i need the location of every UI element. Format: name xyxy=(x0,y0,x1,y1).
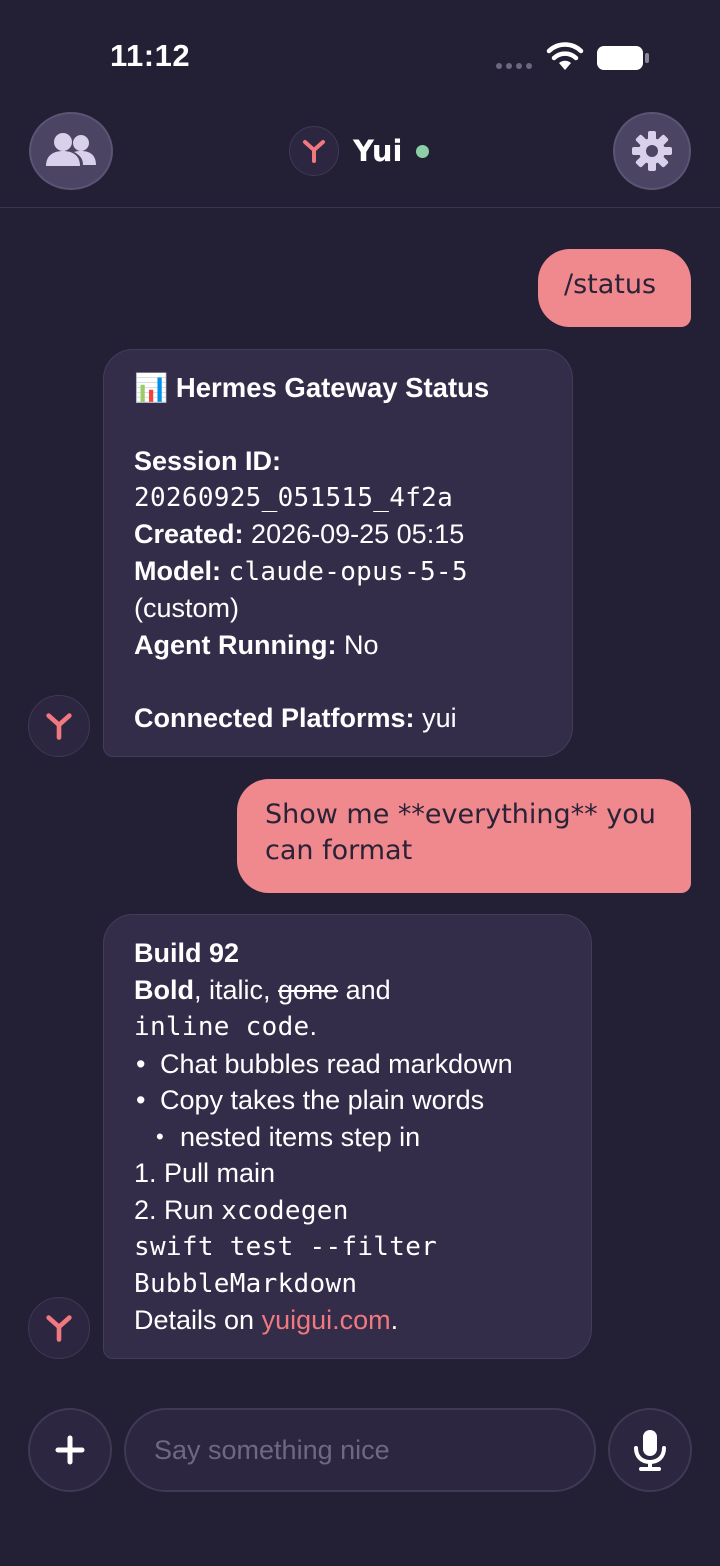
yui-logo-icon xyxy=(303,140,325,163)
message-text: Show me **everything** you can format xyxy=(265,799,656,866)
contacts-button[interactable] xyxy=(29,112,113,190)
bot-message-markdown[interactable]: Build 92 Bold, italic, gone and inline c… xyxy=(103,914,592,1359)
markdown-inline-styles: Bold, italic, gone and xyxy=(134,974,391,1005)
battery-icon xyxy=(597,46,649,70)
microphone-button[interactable] xyxy=(608,1408,692,1492)
yui-avatar xyxy=(289,126,339,176)
code-block-line: BubbleMarkdown xyxy=(134,1268,358,1299)
model-suffix: (custom) xyxy=(134,593,240,623)
online-status-indicator xyxy=(416,144,430,158)
user-message-status-command[interactable]: /status xyxy=(538,249,691,327)
settings-button[interactable] xyxy=(613,112,691,190)
created-row: Created: 2026-09-25 05:15 xyxy=(134,519,465,549)
list-item: Chat bubbles read markdown xyxy=(134,1046,561,1083)
wifi-icon xyxy=(546,42,584,70)
agent-row: Agent Running: No xyxy=(134,629,379,660)
chat-title[interactable]: Yui xyxy=(289,125,430,177)
chart-emoji-icon: 📊 xyxy=(134,372,169,404)
platforms-row: Connected Platforms: yui xyxy=(134,702,457,733)
clock: 11:12 xyxy=(110,38,191,73)
cellular-signal-icon xyxy=(496,63,532,69)
message-input-placeholder: Say something nice xyxy=(154,1434,390,1465)
status-title: 📊 Hermes Gateway Status xyxy=(134,372,490,404)
markdown-inline-code: inline code. xyxy=(134,1011,318,1042)
session-label: Session ID: xyxy=(134,446,282,476)
contact-name: Yui xyxy=(353,134,403,168)
model-row: Model: claude-opus-5-5 xyxy=(134,555,468,587)
microphone-icon xyxy=(634,1430,666,1471)
ordered-item: 2. Run xcodegen xyxy=(134,1194,349,1226)
add-attachment-button[interactable] xyxy=(28,1408,112,1492)
markdown-heading: Build 92 xyxy=(134,938,240,968)
composer-bar: Say something nice xyxy=(0,1400,720,1500)
yui-logo-icon xyxy=(46,713,72,740)
details-line: Details on yuigui.com. xyxy=(134,1305,399,1335)
plus-icon xyxy=(55,1435,85,1465)
message-input[interactable]: Say something nice xyxy=(124,1408,596,1492)
bot-message-status[interactable]: 📊 Hermes Gateway Status Session ID: 2026… xyxy=(103,349,573,757)
code-block-line: swift test --filter xyxy=(134,1232,438,1262)
chat-header: Yui xyxy=(0,110,720,208)
status-bar: 11:12 xyxy=(0,0,720,110)
user-message-format-request[interactable]: Show me **everything** you can format xyxy=(237,779,691,893)
list-item: Copy takes the plain words xyxy=(134,1082,561,1119)
bot-avatar[interactable] xyxy=(28,1297,90,1359)
gear-icon xyxy=(632,131,672,171)
session-value: 20260925_051515_4f2a xyxy=(134,482,454,513)
message-text: /status xyxy=(564,269,657,300)
yui-logo-icon xyxy=(46,1315,72,1342)
ordered-item: 1. Pull main xyxy=(134,1158,276,1188)
details-link[interactable]: yuigui.com xyxy=(262,1305,391,1335)
people-icon xyxy=(46,133,96,166)
nested-list-item: nested items step in xyxy=(134,1119,561,1156)
bot-avatar[interactable] xyxy=(28,695,90,757)
